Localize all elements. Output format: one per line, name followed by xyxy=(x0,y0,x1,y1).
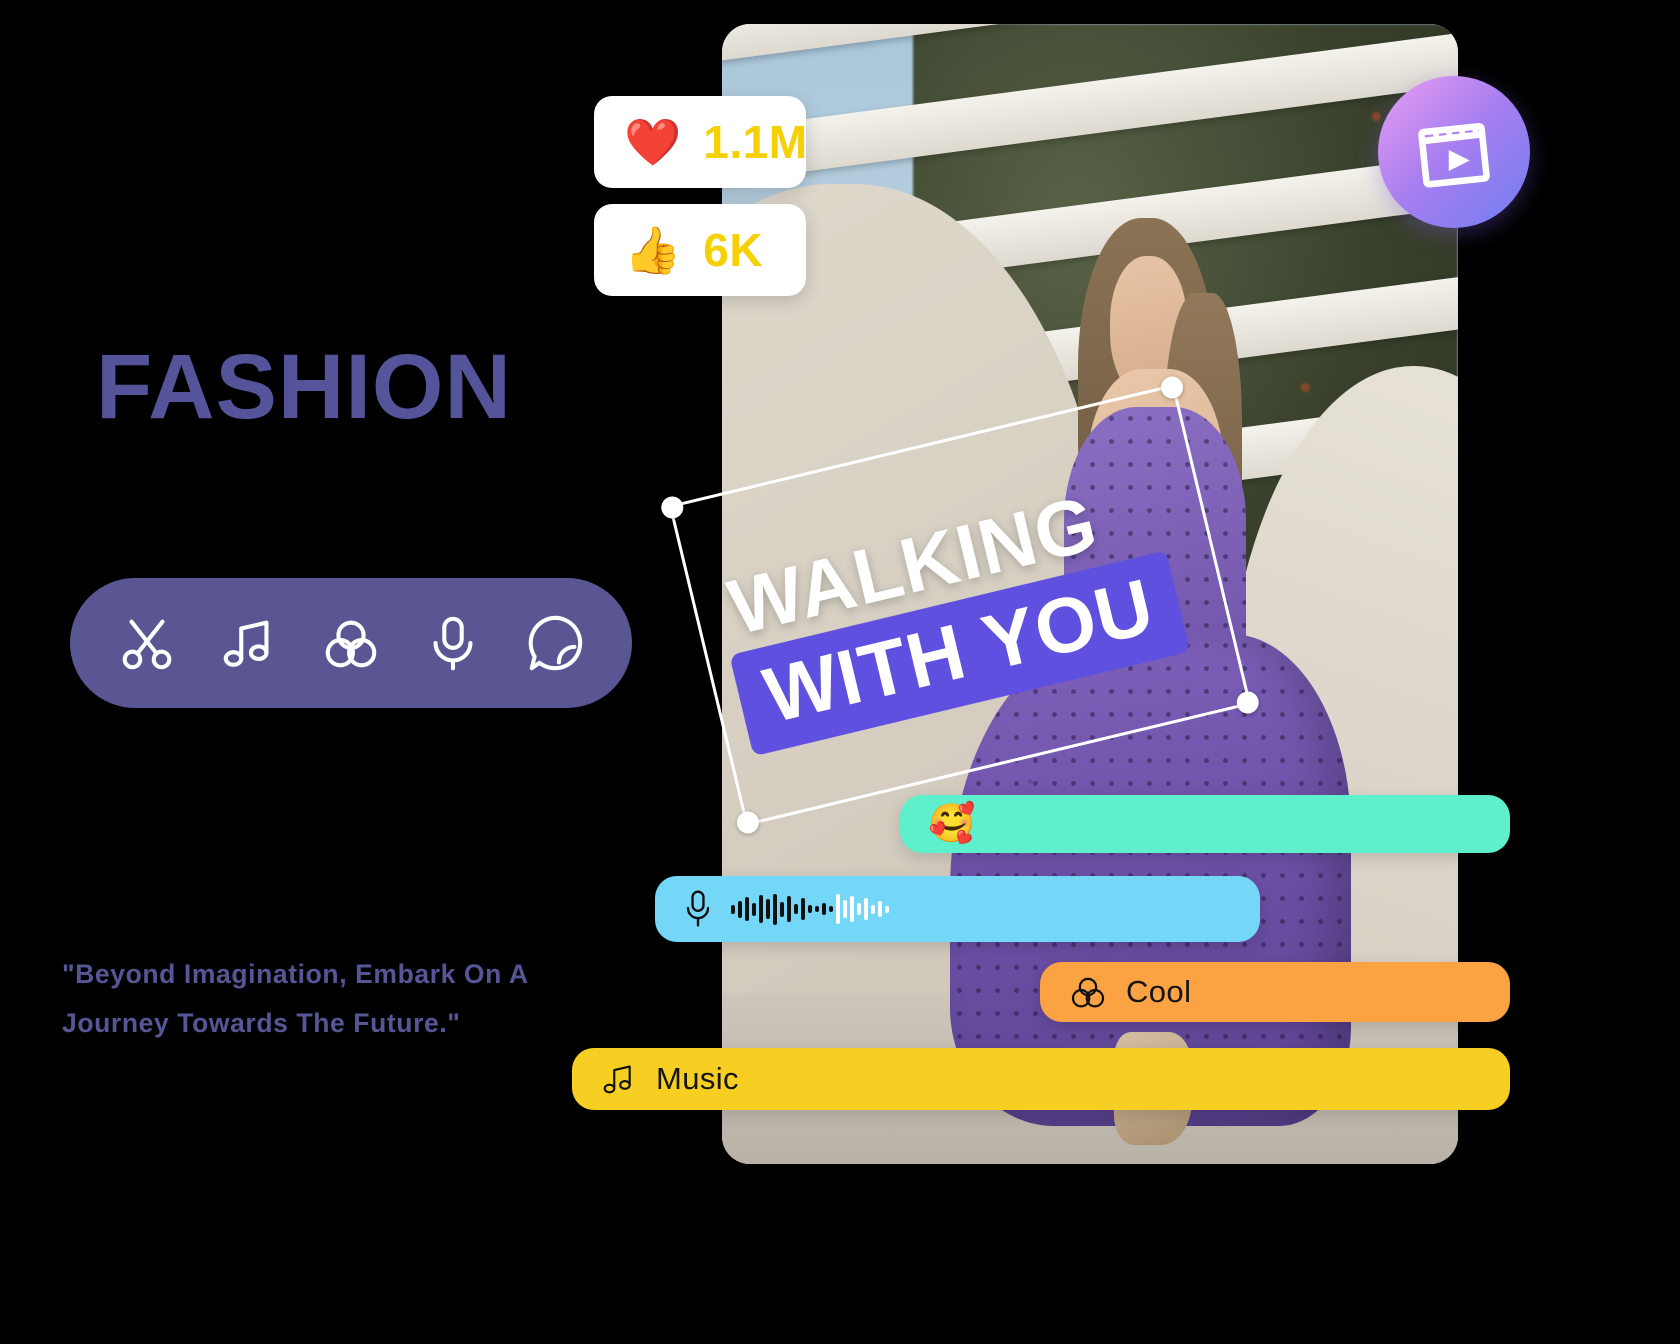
tagline-line-2: Journey Towards The Future." xyxy=(62,1008,461,1039)
resize-handle-top-left[interactable] xyxy=(659,494,686,521)
editor-toolbar xyxy=(70,578,632,708)
feature-bar-sticker[interactable]: 🥰 xyxy=(900,795,1510,853)
feature-bar-filter[interactable]: Cool xyxy=(1040,962,1510,1022)
color-filter-icon xyxy=(1068,972,1108,1012)
music-bar-label: Music xyxy=(656,1061,739,1096)
toolbar-item-music[interactable] xyxy=(214,608,284,678)
video-badge[interactable] xyxy=(1378,76,1530,228)
music-note-icon xyxy=(600,1060,638,1098)
page-title: FASHION xyxy=(96,336,512,438)
feature-bar-music[interactable]: Music xyxy=(572,1048,1510,1110)
tagline-line-1: "Beyond Imagination, Embark On A xyxy=(62,959,529,989)
feature-bar-voiceover[interactable] xyxy=(655,876,1260,942)
red-heart-emoji: ❤️ xyxy=(624,116,682,168)
sticker-icon xyxy=(524,612,586,674)
toolbar-item-cut[interactable] xyxy=(112,608,182,678)
thumbs-up-emoji: 👍 xyxy=(624,224,682,276)
smiling-face-with-hearts-emoji: 🥰 xyxy=(928,803,976,845)
toolbar-item-voiceover[interactable] xyxy=(418,608,488,678)
filter-bar-label: Cool xyxy=(1126,974,1192,1009)
toolbar-item-sticker[interactable] xyxy=(520,608,590,678)
tagline-quote: "Beyond Imagination, Embark On A Journey… xyxy=(62,950,622,1048)
video-clapper-icon xyxy=(1412,108,1496,197)
scissors-icon xyxy=(116,612,178,674)
thumbs-up-count: 6K xyxy=(703,224,764,276)
microphone-icon xyxy=(683,889,713,929)
toolbar-item-filter[interactable] xyxy=(316,608,386,678)
likes-count: 1.1M xyxy=(703,116,808,168)
stat-chip-thumbs-up: 👍 6K xyxy=(594,204,806,296)
microphone-icon xyxy=(422,612,484,674)
voice-waveform xyxy=(731,892,889,926)
stat-chip-likes: ❤️ 1.1M xyxy=(594,96,808,188)
music-note-icon xyxy=(218,612,280,674)
color-filter-icon xyxy=(320,612,382,674)
